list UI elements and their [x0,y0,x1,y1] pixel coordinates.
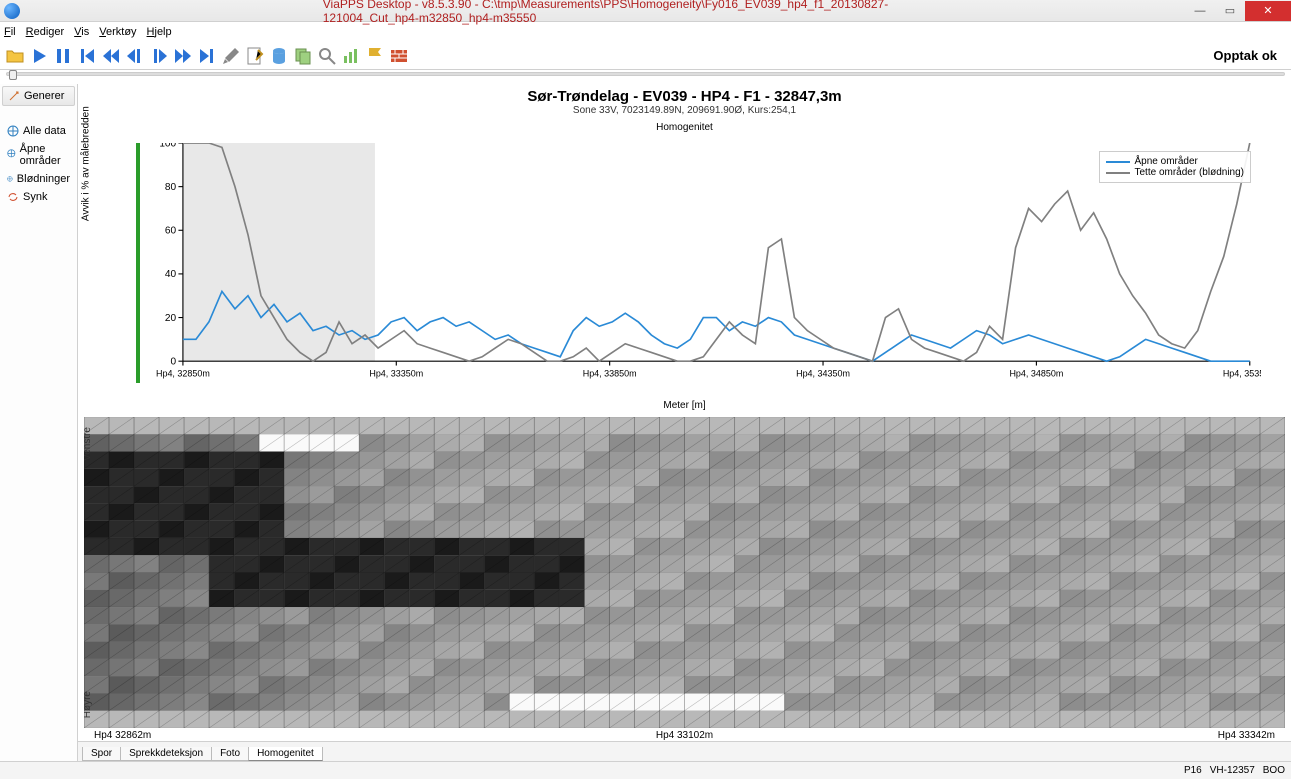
globe-icon [7,173,13,185]
titlebar: ViaPPS Desktop - v8.5.3.90 - C:\tmp\Meas… [0,0,1291,22]
menu-hjelp[interactable]: Hjelp [147,26,172,38]
menu-verktoy[interactable]: Verktøy [99,26,136,38]
svg-text:40: 40 [165,269,177,280]
svg-text:0: 0 [171,357,177,368]
svg-text:Hp4, 33350m: Hp4, 33350m [369,369,423,379]
svg-text:Hp4, 34850m: Hp4, 34850m [1009,369,1063,379]
minimize-button[interactable]: — [1185,1,1215,21]
skip-end-button[interactable] [196,45,218,67]
statusbar: P16 VH-12357 BOO [0,761,1291,779]
sync-icon [7,191,19,203]
globe-icon [7,149,16,161]
copy-button[interactable] [292,45,314,67]
flag-button[interactable] [364,45,386,67]
settings-button[interactable] [220,45,242,67]
chart-ylabel: Avvik i % av målebredden [81,106,92,221]
edit-button[interactable] [244,45,266,67]
sidebar-item-label: Synk [23,191,47,203]
svg-text:20: 20 [165,313,177,324]
start-marker [136,143,140,383]
db-button[interactable] [268,45,290,67]
legend-item-2: Tette områder (blødning) [1135,167,1245,178]
rewind-button[interactable] [100,45,122,67]
chart-subtitle: Sone 33V, 7023149.89N, 209691.90Ø, Kurs:… [78,105,1291,116]
wand-icon [8,90,20,102]
tab-homogenitet[interactable]: Homogenitet [248,747,323,761]
pause-button[interactable] [52,45,74,67]
skip-start-button[interactable] [76,45,98,67]
step-fwd-button[interactable] [148,45,170,67]
globe-icon [7,125,19,137]
chart-section-title: Homogenitet [78,116,1291,133]
svg-text:Hp4, 34350m: Hp4, 34350m [796,369,850,379]
line-chart[interactable]: 0 20 40 60 80 100 Hp4, 32850m Hp4, 33350m Hp4, 3… [78,133,1291,413]
toolbar: Opptak ok [0,42,1291,70]
svg-text:Hp4, 32850m: Hp4, 32850m [156,369,210,379]
heatmap[interactable]: Venstre Høyre [84,417,1285,728]
sidebar-item-label: Blødninger [17,173,70,185]
open-button[interactable] [4,45,26,67]
position-slider[interactable] [6,72,1285,76]
status-vh: VH-12357 [1210,765,1255,776]
sidebar-item-apne[interactable]: Åpne områder [2,140,75,170]
svg-text:60: 60 [165,226,177,237]
position-slider-row [0,70,1291,84]
chart-legend: Åpne områder Tette områder (blødning) [1099,151,1252,183]
sidebar-item-label: Åpne områder [20,143,70,167]
svg-text:Hp4, 33850m: Hp4, 33850m [583,369,637,379]
wall-button[interactable] [388,45,410,67]
app-icon [4,3,20,19]
legend-item-1: Åpne områder [1135,156,1198,167]
menu-fil[interactable]: Fil [4,26,16,38]
status-code: BOO [1263,765,1285,776]
heatmap-area: Venstre Høyre Hp4 32862m Hp4 33102m Hp4 … [84,417,1285,741]
close-button[interactable]: ✕ [1245,1,1291,21]
heatmap-xaxis: Hp4 32862m Hp4 33102m Hp4 33342m [84,728,1285,741]
sidebar-item-synk[interactable]: Synk [2,188,75,206]
tab-foto[interactable]: Foto [211,747,249,761]
svg-text:Hp4, 35350m: Hp4, 35350m [1223,369,1261,379]
bottom-tabs: Spor Sprekkdeteksjon Foto Homogenitet [78,741,1291,761]
sidebar-item-blodninger[interactable]: Blødninger [2,170,75,188]
chart-xlabel: Meter [m] [663,400,705,411]
status-p: P16 [1184,765,1202,776]
tab-spor[interactable]: Spor [82,747,121,761]
menu-vis[interactable]: Vis [74,26,89,38]
zoom-button[interactable] [316,45,338,67]
heat-x0: Hp4 32862m [94,730,151,741]
menubar: Fil Rediger Vis Verktøy Hjelp [0,22,1291,42]
sidebar-header-generer[interactable]: Generer [2,86,75,106]
forward-button[interactable] [172,45,194,67]
maximize-button[interactable]: ▭ [1215,1,1245,21]
play-button[interactable] [28,45,50,67]
sidebar-item-alle-data[interactable]: Alle data [2,122,75,140]
step-back-button[interactable] [124,45,146,67]
menu-rediger[interactable]: Rediger [26,26,65,38]
window-title: ViaPPS Desktop - v8.5.3.90 - C:\tmp\Meas… [323,0,969,25]
svg-text:100: 100 [159,143,176,149]
sidebar-header-label: Generer [24,90,64,102]
heatmap-label-right: Høyre [84,691,93,718]
sidebar-item-label: Alle data [23,125,66,137]
heat-x1: Hp4 33102m [656,730,713,741]
chart-header: Sør-Trøndelag - EV039 - HP4 - F1 - 32847… [78,84,1291,116]
heat-x2: Hp4 33342m [1218,730,1275,741]
chart-title: Sør-Trøndelag - EV039 - HP4 - F1 - 32847… [78,88,1291,105]
heatmap-label-left: Venstre [84,427,93,461]
chart-button[interactable] [340,45,362,67]
capture-status: Opptak ok [1213,48,1287,63]
sidebar: Generer Alle data Åpne områder Blødninge… [0,84,78,761]
tab-sprekk[interactable]: Sprekkdeteksjon [120,747,212,761]
svg-text:80: 80 [165,182,177,193]
